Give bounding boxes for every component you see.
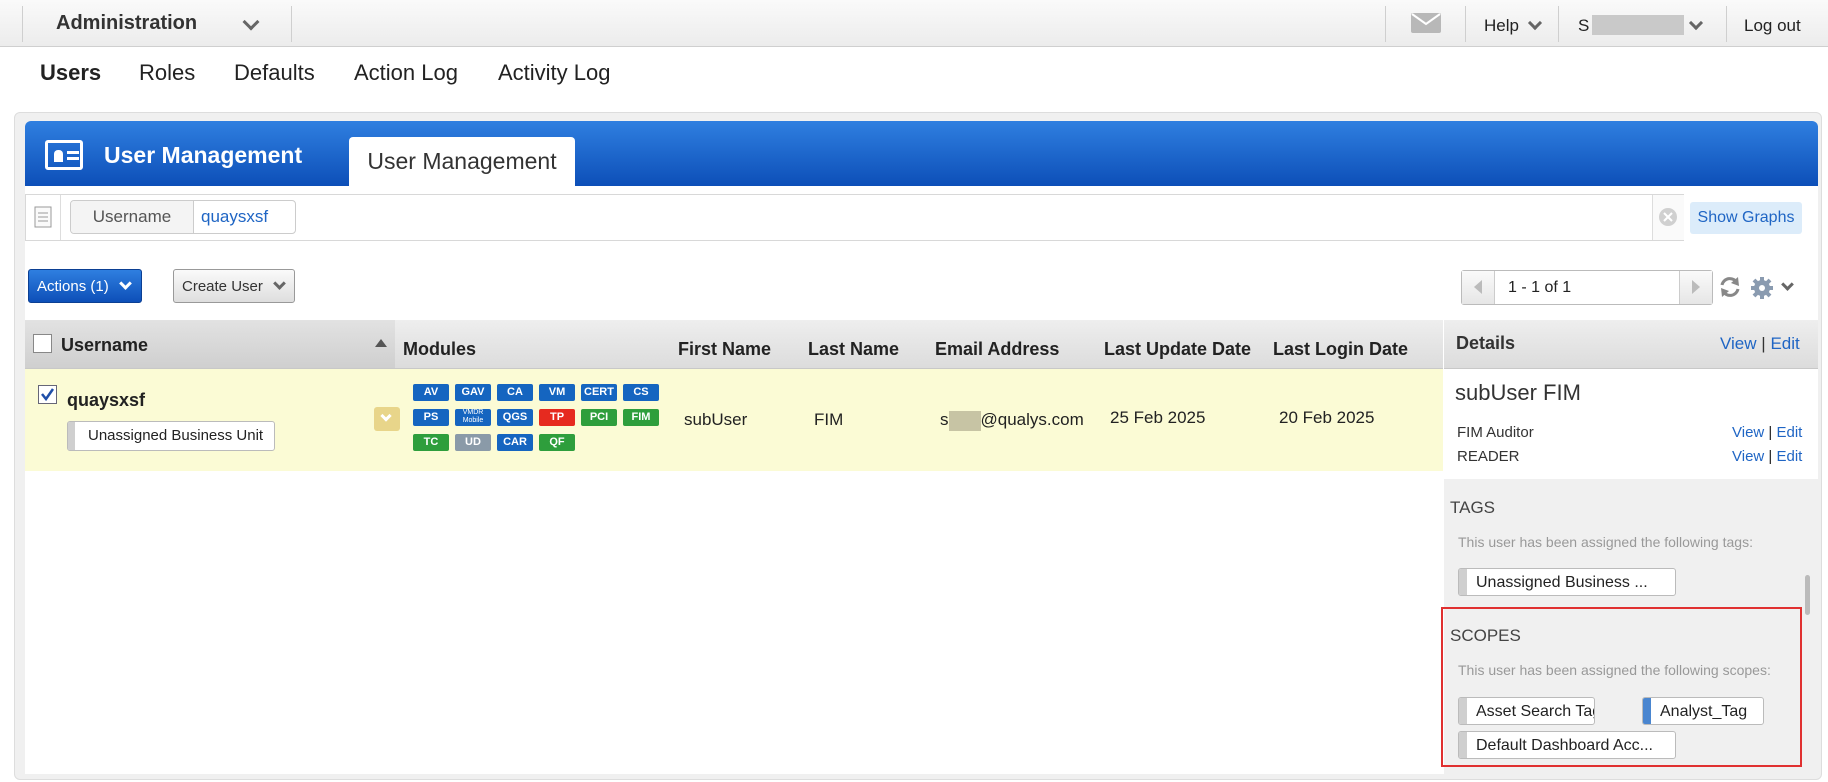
actions-label: Actions (1)	[37, 278, 109, 295]
row-email: s @qualys.com	[940, 410, 1084, 431]
app-menu[interactable]: Administration	[56, 12, 197, 35]
chevron-down-icon	[380, 410, 392, 422]
search-token[interactable]: Username quaysxsf	[70, 200, 296, 234]
col-username[interactable]: Username	[61, 335, 148, 356]
nav-activity-log[interactable]: Activity Log	[498, 60, 611, 86]
row-username[interactable]: quaysxsf	[67, 390, 145, 411]
module-badge: QGS	[497, 409, 533, 426]
logout-link[interactable]: Log out	[1744, 16, 1801, 36]
row-checkbox[interactable]	[38, 385, 57, 404]
chevron-down-icon	[1527, 15, 1542, 31]
select-all-checkbox[interactable]	[33, 334, 52, 353]
search-token-value: quaysxsf	[201, 207, 269, 226]
details-user-name: subUser FIM	[1455, 380, 1581, 405]
module-badge: UD	[455, 434, 491, 451]
help-menu[interactable]: Help	[1484, 15, 1542, 36]
module-badge: QF	[539, 434, 575, 451]
tags-description: This user has been assigned the followin…	[1458, 534, 1753, 550]
col-last-name[interactable]: Last Name	[808, 339, 899, 360]
row-last-name: FIM	[814, 410, 844, 429]
show-graphs-button[interactable]: Show Graphs	[1690, 202, 1802, 234]
module-badge: CERT	[581, 384, 617, 401]
row-last-login: 20 Feb 2025	[1279, 408, 1375, 427]
role-name: READER	[1457, 448, 1520, 465]
scopes-description: This user has been assigned the followin…	[1458, 662, 1771, 678]
redacted-email	[948, 410, 981, 431]
role-view-link[interactable]: View	[1732, 424, 1764, 441]
module-badge: CA	[497, 384, 533, 401]
redacted-username	[1592, 15, 1684, 35]
role-actions: View | Edit	[1732, 424, 1803, 441]
scope-badge[interactable]: Analyst_Tag	[1642, 697, 1764, 725]
details-heading: Details	[1456, 333, 1516, 353]
email-suffix: @qualys.com	[980, 410, 1084, 429]
module-badge: FIM	[623, 409, 659, 426]
nav-users[interactable]: Users	[40, 60, 101, 86]
module-title: User Management	[104, 142, 303, 168]
gear-icon[interactable]	[1750, 276, 1774, 300]
module-badge: TC	[413, 434, 449, 451]
app-menu-label: Administration	[56, 12, 198, 34]
role-actions: View | Edit	[1732, 448, 1803, 465]
help-label: Help	[1484, 16, 1519, 35]
next-page-icon[interactable]	[1679, 271, 1712, 304]
module-badge: VM	[539, 384, 575, 401]
module-badge: CS	[623, 384, 659, 401]
nav-roles[interactable]: Roles	[139, 60, 195, 86]
mail-icon[interactable]	[1411, 13, 1441, 33]
tag-badge[interactable]: Unassigned Business ...	[1458, 568, 1676, 596]
scopes-title: SCOPES	[1450, 626, 1521, 645]
business-unit-badge: Unassigned Business Unit	[67, 421, 275, 451]
module-badge: VMDR Mobile	[455, 409, 491, 426]
id-card-icon	[45, 140, 83, 170]
scope-badge[interactable]: Asset Search Tags	[1458, 697, 1595, 725]
user-name: S	[1578, 16, 1590, 35]
user-menu[interactable]: S	[1578, 16, 1589, 36]
create-user-label: Create User	[182, 278, 263, 295]
nav-action-log[interactable]: Action Log	[354, 60, 458, 86]
refresh-icon[interactable]	[1717, 274, 1743, 300]
chevron-down-icon	[119, 277, 132, 290]
col-modules: Modules	[403, 339, 477, 359]
role-name: FIM Auditor	[1457, 424, 1534, 441]
pagination-label: 1 - 1 of 1	[1508, 279, 1572, 296]
row-last-update: 25 Feb 2025	[1110, 408, 1206, 427]
role-view-link[interactable]: View	[1732, 448, 1764, 465]
email-prefix: s	[940, 410, 949, 429]
role-edit-link[interactable]: Edit	[1777, 424, 1803, 441]
details-scrollbar[interactable]	[1805, 575, 1810, 615]
tags-title: TAGS	[1450, 498, 1496, 517]
row-first-name: subUser	[684, 410, 748, 429]
details-view-link[interactable]: View	[1720, 334, 1757, 353]
row-expand-button[interactable]	[374, 407, 400, 431]
prev-page-icon[interactable]	[1462, 271, 1495, 304]
create-user-button[interactable]: Create User	[173, 269, 295, 303]
module-badge: TP	[539, 409, 575, 426]
nav-defaults[interactable]: Defaults	[234, 60, 315, 86]
top-bar	[0, 0, 1828, 47]
tab-user-management[interactable]: User Management	[349, 137, 575, 186]
pagination: 1 - 1 of 1	[1461, 270, 1713, 305]
col-email[interactable]: Email Address	[935, 339, 1059, 360]
search-token-field: Username	[71, 201, 194, 233]
details-edit-link[interactable]: Edit	[1770, 334, 1799, 353]
sort-ascending-icon[interactable]	[375, 339, 387, 347]
module-badge: AV	[413, 384, 449, 401]
clear-search-icon[interactable]	[1652, 195, 1684, 240]
module-badge: PCI	[581, 409, 617, 426]
col-last-login[interactable]: Last Login Date	[1273, 339, 1408, 360]
role-edit-link[interactable]: Edit	[1777, 448, 1803, 465]
list-icon[interactable]	[26, 195, 61, 240]
col-first-name[interactable]: First Name	[678, 339, 771, 360]
details-actions: View | Edit	[1720, 334, 1800, 353]
module-badge: PS	[413, 409, 449, 426]
col-last-update[interactable]: Last Update Date	[1104, 339, 1251, 360]
module-badge: CAR	[497, 434, 533, 451]
scope-badge[interactable]: Default Dashboard Acc...	[1458, 731, 1676, 759]
business-unit-label: Unassigned Business Unit	[88, 427, 264, 444]
module-badge: GAV	[455, 384, 491, 401]
chevron-down-icon	[273, 277, 286, 290]
actions-button[interactable]: Actions (1)	[28, 269, 142, 303]
